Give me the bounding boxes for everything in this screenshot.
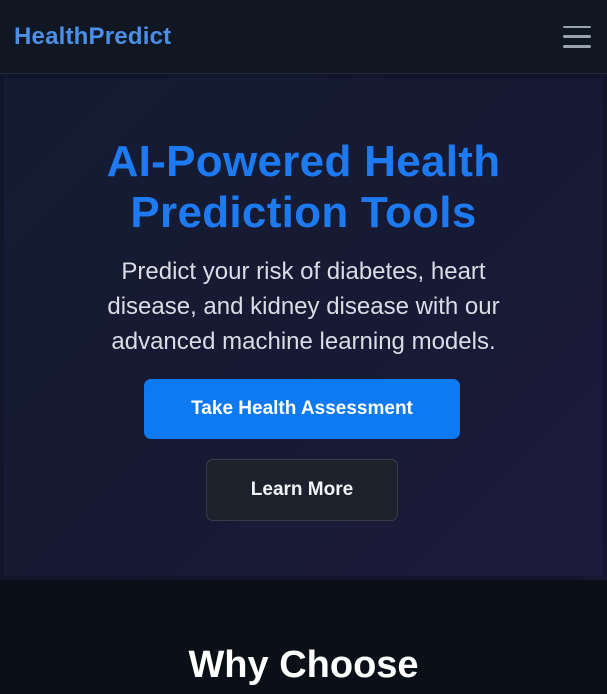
learn-more-button[interactable]: Learn More [206, 459, 398, 521]
take-health-assessment-button[interactable]: Take Health Assessment [144, 379, 460, 439]
hero-subtitle-line: advanced machine learning models. [111, 328, 496, 355]
why-choose-section: Why Choose [0, 580, 607, 694]
hero-subtitle: Predict your risk of diabetes, heart dis… [60, 254, 547, 359]
menu-bar [563, 35, 591, 38]
hero-title-line: Prediction Tools [130, 188, 477, 237]
hero-title: AI-Powered Health Prediction Tools [40, 136, 567, 238]
hero-section: AI-Powered Health Prediction Tools Predi… [0, 74, 607, 580]
page: HealthPredict AI-Powered Health Predicti… [0, 0, 607, 694]
hero-title-line: AI-Powered Health [106, 137, 501, 186]
navbar: HealthPredict [0, 0, 607, 74]
hamburger-menu-icon[interactable] [563, 25, 591, 48]
why-choose-heading: Why Choose [188, 644, 419, 686]
hero-subtitle-line: Predict your risk of diabetes, heart [121, 258, 486, 285]
menu-bar [563, 25, 591, 28]
menu-bar [563, 45, 591, 48]
brand-logo[interactable]: HealthPredict [14, 23, 171, 51]
hero-subtitle-line: disease, and kidney disease with our [107, 293, 500, 320]
